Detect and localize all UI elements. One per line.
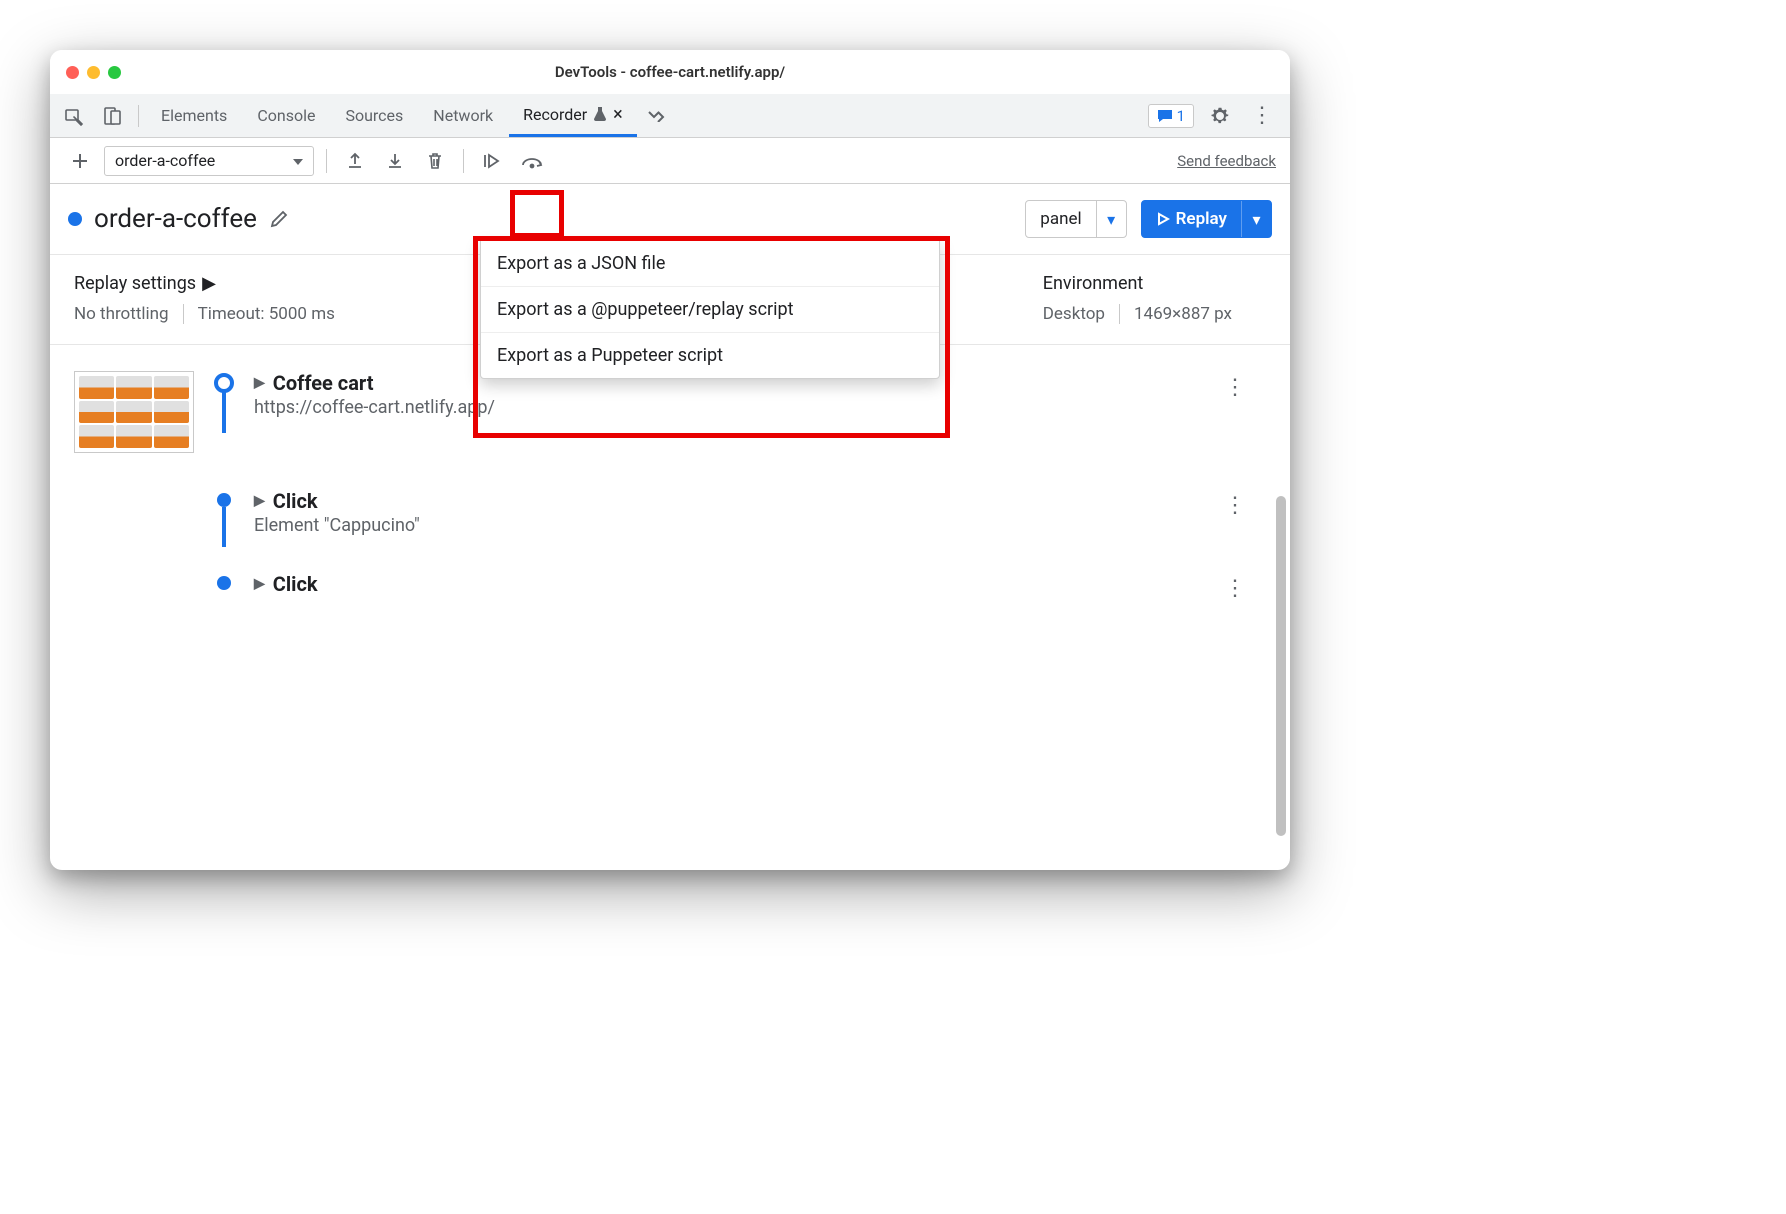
export-json-option[interactable]: Export as a JSON file [481, 241, 939, 287]
viewport-value: 1469×887 px [1134, 304, 1246, 324]
tab-console[interactable]: Console [243, 94, 329, 137]
more-tabs-icon[interactable] [639, 94, 673, 137]
traffic-lights [66, 66, 121, 79]
devtools-window: DevTools - coffee-cart.netlify.app/ Elem… [50, 50, 1290, 870]
step-title: Click [273, 489, 318, 513]
timeout-value: Timeout: 5000 ms [198, 304, 349, 324]
tab-network[interactable]: Network [419, 94, 507, 137]
close-window-button[interactable] [66, 66, 79, 79]
delete-icon[interactable] [419, 145, 451, 177]
expand-caret-icon[interactable]: ▶ [254, 375, 265, 391]
replay-button[interactable]: Replay ▾ [1141, 200, 1272, 238]
window-title: DevTools - coffee-cart.netlify.app/ [50, 63, 1290, 81]
recorder-toolbar: order-a-coffee Send feedback [50, 138, 1290, 184]
step-row[interactable]: ▶ Click Element "Cappucino" ⋮ [74, 481, 1266, 564]
step-title: Coffee cart [273, 371, 374, 395]
issues-badge[interactable]: 1 [1148, 104, 1194, 128]
timeline-node-icon [217, 576, 231, 590]
flask-icon [593, 106, 607, 122]
titlebar: DevTools - coffee-cart.netlify.app/ [50, 50, 1290, 94]
recording-name: order-a-coffee [94, 204, 257, 234]
recording-selector[interactable]: order-a-coffee [104, 146, 314, 176]
device-toggle-icon[interactable] [94, 94, 130, 137]
settings-gear-icon[interactable] [1204, 100, 1236, 132]
step-row[interactable]: ▶ Coffee cart https://coffee-cart.netlify… [74, 363, 1266, 481]
kebab-menu-icon[interactable]: ⋮ [1246, 100, 1278, 132]
tab-sources[interactable]: Sources [331, 94, 417, 137]
import-icon[interactable] [339, 145, 371, 177]
recording-indicator-icon [68, 212, 82, 226]
throttle-value: No throttling [74, 304, 184, 324]
device-value: Desktop [1043, 304, 1120, 324]
send-feedback-link[interactable]: Send feedback [1177, 152, 1276, 170]
minimize-window-button[interactable] [87, 66, 100, 79]
step-subtitle: https://coffee-cart.netlify.app/ [254, 397, 1198, 418]
scrollbar[interactable] [1276, 496, 1286, 836]
close-tab-icon[interactable]: × [613, 104, 623, 125]
export-menu: Export as a JSON file Export as a @puppe… [480, 240, 940, 379]
replay-settings-header[interactable]: Replay settings ▶ [74, 273, 349, 294]
panel-dropdown-icon[interactable]: ▾ [1096, 201, 1126, 237]
steps-list: ▶ Coffee cart https://coffee-cart.netlify… [50, 345, 1290, 870]
timeline-node-icon [217, 493, 231, 507]
export-icon[interactable] [379, 145, 411, 177]
step-menu-icon[interactable]: ⋮ [1216, 371, 1266, 404]
step-over-icon[interactable] [516, 145, 548, 177]
step-title: Click [273, 572, 318, 596]
expand-caret-icon[interactable]: ▶ [254, 493, 265, 509]
chevron-right-icon: ▶ [202, 273, 216, 294]
replay-dropdown-icon[interactable]: ▾ [1241, 201, 1271, 237]
step-menu-icon[interactable]: ⋮ [1216, 572, 1266, 605]
export-puppeteer-option[interactable]: Export as a Puppeteer script [481, 333, 939, 378]
expand-caret-icon[interactable]: ▶ [254, 576, 265, 592]
zoom-window-button[interactable] [108, 66, 121, 79]
edit-name-icon[interactable] [269, 209, 289, 229]
step-row[interactable]: ▶ Click ⋮ [74, 564, 1266, 605]
tab-elements[interactable]: Elements [147, 94, 241, 137]
performance-panel-button[interactable]: panel ▾ [1025, 200, 1126, 238]
tab-recorder[interactable]: Recorder × [509, 94, 637, 137]
step-subtitle: Element "Cappucino" [254, 515, 1198, 536]
step-thumbnail [74, 371, 194, 453]
inspect-icon[interactable] [56, 94, 92, 137]
export-puppeteer-replay-option[interactable]: Export as a @puppeteer/replay script [481, 287, 939, 333]
environment-header: Environment [1043, 273, 1246, 294]
new-recording-icon[interactable] [64, 145, 96, 177]
panel-tabbar: Elements Console Sources Network Recorde… [50, 94, 1290, 138]
replay-step-icon[interactable] [476, 145, 508, 177]
step-menu-icon[interactable]: ⋮ [1216, 489, 1266, 522]
